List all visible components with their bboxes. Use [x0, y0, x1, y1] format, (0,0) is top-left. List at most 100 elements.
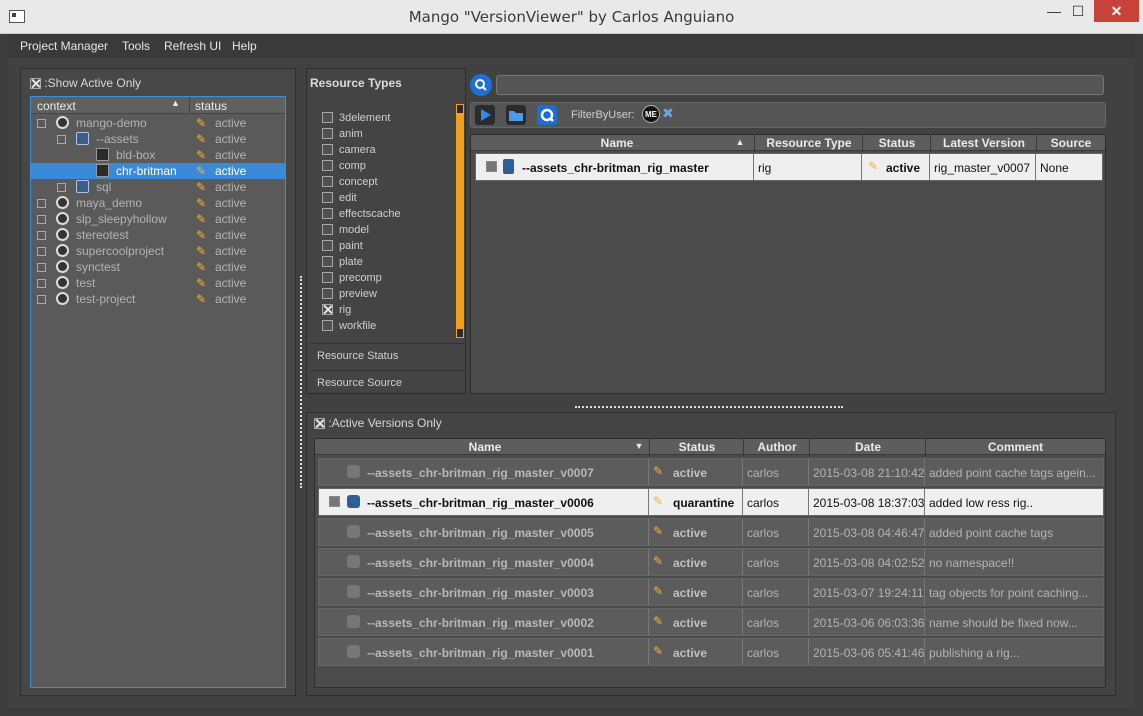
pencil-icon: ✎ [653, 614, 664, 628]
column-context[interactable]: context [37, 99, 76, 113]
resource-row[interactable]: --assets_chr-britman_rig_master rig ✎ ac… [475, 153, 1103, 181]
version-row[interactable]: --assets_chr-britman_rig_master_v0002 ✎ ac… [318, 608, 1104, 636]
expand-icon[interactable] [37, 231, 46, 240]
expand-icon[interactable] [37, 263, 46, 272]
rtype-concept[interactable]: concept [322, 176, 378, 190]
pencil-icon: ✎ [653, 584, 664, 598]
tree-item-synctest[interactable]: synctest ✎ active [31, 259, 285, 275]
version-row[interactable]: --assets_chr-britman_rig_master_v0001 ✎ ac… [318, 638, 1104, 666]
rtype-preview[interactable]: preview [322, 288, 377, 302]
maximize-button[interactable]: ☐ [1064, 0, 1092, 22]
play-icon[interactable] [474, 104, 496, 126]
version-row[interactable]: --assets_chr-britman_rig_master_v0004 ✎ ac… [318, 548, 1104, 576]
window-title: Mango "VersionViewer" by Carlos Anguiano [408, 8, 735, 26]
tab-resource-status[interactable]: Resource Status [310, 343, 465, 368]
row-checkbox[interactable] [329, 556, 340, 567]
menu-project-manager[interactable]: Project Manager [20, 39, 108, 53]
search-input[interactable] [496, 75, 1104, 95]
menu-help[interactable]: Help [232, 39, 257, 53]
search-icon[interactable] [470, 74, 492, 96]
col-status[interactable]: Status [863, 136, 931, 150]
tree-item-maya-demo[interactable]: maya_demo ✎ active [31, 195, 285, 211]
row-checkbox[interactable] [329, 646, 340, 657]
menu-refresh-ui[interactable]: Refresh UI [164, 39, 221, 53]
row-checkbox[interactable] [329, 616, 340, 627]
row-checkbox[interactable] [329, 526, 340, 537]
pencil-icon: ✎ [653, 554, 664, 568]
tab-resource-source[interactable]: Resource Source [310, 370, 465, 395]
clear-filter-icon[interactable]: ✖ [662, 105, 674, 122]
tree-item-test-project[interactable]: test-project ✎ active [31, 291, 285, 307]
resource-types-scrollbar[interactable] [456, 104, 464, 338]
context-tree[interactable]: context ▲ status mango-demo ✎ active --a… [30, 96, 286, 688]
show-active-only-checkbox[interactable] [30, 78, 41, 89]
version-row[interactable]: --assets_chr-britman_rig_master_v0003 ✎ ac… [318, 578, 1104, 606]
film-icon [96, 164, 109, 177]
column-status[interactable]: status [195, 99, 227, 113]
expand-icon[interactable] [37, 215, 46, 224]
rtype-rig[interactable]: rig [322, 304, 351, 318]
user-me-badge[interactable]: ME [642, 105, 660, 123]
splitter-horizontal[interactable] [575, 406, 843, 408]
col-source[interactable]: Source [1037, 136, 1105, 150]
rtype-paint[interactable]: paint [322, 240, 363, 254]
scroll-down-icon[interactable] [456, 328, 464, 338]
splitter-vertical[interactable] [300, 276, 302, 488]
quicktime-icon[interactable] [536, 104, 558, 126]
col-version-name[interactable]: Name [321, 440, 649, 454]
row-checkbox[interactable] [486, 161, 497, 172]
rtype-plate[interactable]: plate [322, 256, 363, 270]
rtype-workfile[interactable]: workfile [322, 320, 376, 334]
tree-item-mango-demo[interactable]: mango-demo ✎ active [31, 115, 285, 131]
version-row[interactable]: --assets_chr-britman_rig_master_v0005 ✎ ac… [318, 518, 1104, 546]
row-checkbox[interactable] [329, 466, 340, 477]
tree-item-stereotest[interactable]: stereotest ✎ active [31, 227, 285, 243]
expand-icon[interactable] [37, 247, 46, 256]
version-row[interactable]: --assets_chr-britman_rig_master_v0007 ✎ ac… [318, 458, 1104, 486]
col-date[interactable]: Date [810, 440, 926, 454]
col-name[interactable]: Name [479, 136, 755, 150]
tree-item-sql[interactable]: sql ✎ active [31, 179, 285, 195]
menu-tools[interactable]: Tools [122, 39, 150, 53]
active-versions-only-checkbox[interactable] [314, 418, 325, 429]
col-resource-type[interactable]: Resource Type [755, 136, 863, 150]
rtype-3delement[interactable]: 3delement [322, 112, 390, 126]
expand-icon[interactable] [37, 199, 46, 208]
tree-item-chr-britman[interactable]: chr-britman ✎ active [31, 163, 285, 179]
version-row[interactable]: --assets_chr-britman_rig_master_v0006 ✎ qu… [318, 488, 1104, 516]
rig-checked-icon [322, 304, 333, 315]
col-comment[interactable]: Comment [926, 440, 1105, 454]
resource-types-title[interactable]: Resource Types [310, 76, 440, 98]
rtype-anim[interactable]: anim [322, 128, 363, 142]
expand-icon[interactable] [57, 183, 66, 192]
tree-item-supercoolproject[interactable]: supercoolproject ✎ active [31, 243, 285, 259]
active-versions-only[interactable]: :Active Versions Only [314, 416, 442, 430]
expand-icon[interactable] [57, 135, 66, 144]
col-version-status[interactable]: Status [650, 440, 744, 454]
expand-icon[interactable] [37, 279, 46, 288]
rtype-model[interactable]: model [322, 224, 369, 238]
scroll-up-icon[interactable] [456, 104, 464, 114]
tree-item-slp-sleepyhollow[interactable]: slp_sleepyhollow ✎ active [31, 211, 285, 227]
show-active-only[interactable]: :Show Active Only [30, 76, 141, 90]
tree-item-assets[interactable]: --assets ✎ active [31, 131, 285, 147]
rtype-precomp[interactable]: precomp [322, 272, 382, 286]
rtype-edit[interactable]: edit [322, 192, 357, 206]
tree-item-bld-box[interactable]: bld-box ✎ active [31, 147, 285, 163]
version-icon [347, 555, 360, 568]
row-checkbox[interactable] [329, 586, 340, 597]
row-checkbox[interactable] [329, 496, 340, 507]
tree-item-test[interactable]: test ✎ active [31, 275, 285, 291]
folder-icon[interactable] [505, 104, 527, 126]
rtype-comp[interactable]: comp [322, 160, 366, 174]
project-reel-icon [56, 244, 69, 257]
close-button[interactable]: ✕ [1094, 0, 1139, 22]
col-latest-version[interactable]: Latest Version [931, 136, 1037, 150]
project-reel-icon [56, 292, 69, 305]
col-author[interactable]: Author [744, 440, 810, 454]
pencil-icon: ✎ [653, 464, 664, 478]
expand-icon[interactable] [37, 119, 46, 128]
expand-icon[interactable] [37, 295, 46, 304]
rtype-camera[interactable]: camera [322, 144, 376, 158]
rtype-effectscache[interactable]: effectscache [322, 208, 401, 222]
